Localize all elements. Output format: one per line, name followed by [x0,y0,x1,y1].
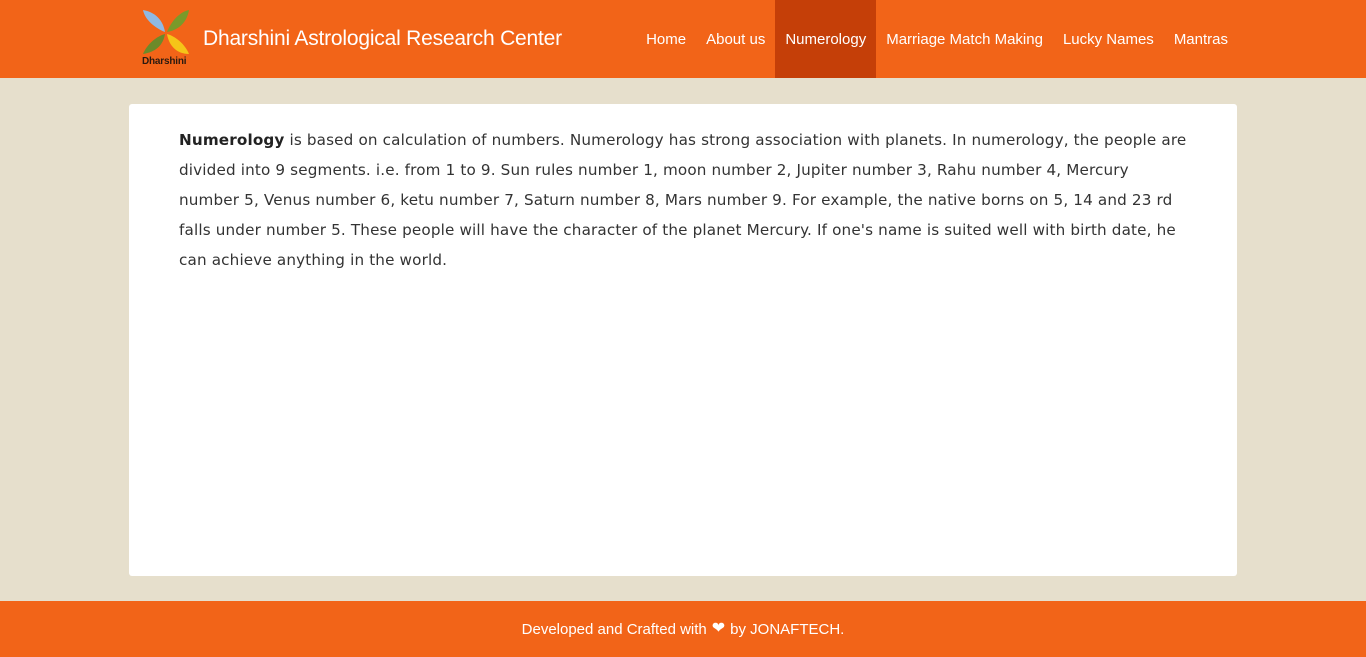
nav-item-marriage-match-making[interactable]: Marriage Match Making [876,0,1053,78]
logo-wordmark: Dharshini [142,56,187,67]
numerology-heading: Numerology [179,131,285,149]
numerology-body: is based on calculation of numbers. Nume… [179,131,1187,269]
navbar: Dharshini Dharshini Astrological Researc… [0,0,1366,78]
main-nav: Home About us Numerology Marriage Match … [636,0,1238,78]
nav-item-about-us[interactable]: About us [696,0,775,78]
nav-item-numerology[interactable]: Numerology [775,0,877,78]
content-card: Numerology is based on calculation of nu… [129,104,1237,576]
footer-text-before: Developed and Crafted with [521,620,707,638]
footer-text-after: by JONAFTECH. [730,620,845,638]
four-leaf-logo-icon: Dharshini [141,8,191,70]
footer: Developed and Crafted with ❤ by JONAFTEC… [0,601,1366,657]
heart-icon: ❤ [711,620,726,637]
site-title: Dharshini Astrological Research Center [203,27,562,50]
nav-item-lucky-names[interactable]: Lucky Names [1053,0,1164,78]
numerology-description: Numerology is based on calculation of nu… [179,125,1189,275]
nav-item-home[interactable]: Home [636,0,696,78]
nav-item-mantras[interactable]: Mantras [1164,0,1238,78]
brand-link[interactable]: Dharshini Dharshini Astrological Researc… [141,8,562,70]
